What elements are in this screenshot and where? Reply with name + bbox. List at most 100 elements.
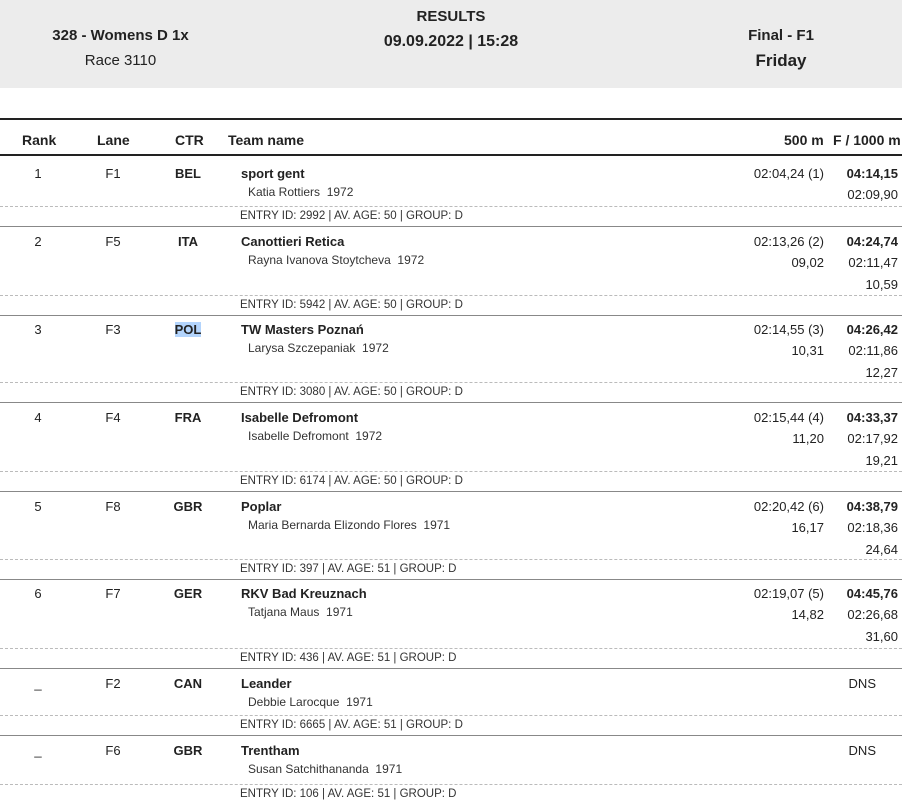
country-code: ITA <box>178 234 198 249</box>
row-divider-dashed <box>0 715 902 716</box>
final-diff: 10,59 <box>865 277 898 292</box>
row-divider <box>0 579 902 580</box>
split-500m: 02:19,07 (5) <box>753 586 824 601</box>
col-rank: Rank <box>22 132 57 148</box>
status-value: DNS <box>848 676 876 691</box>
row-divider-dashed <box>0 295 902 296</box>
split-500m-diff: 14,82 <box>791 607 824 622</box>
crew-member: Debbie Larocque 1971 <box>248 695 373 709</box>
row-divider-dashed <box>0 784 902 785</box>
entry-info: ENTRY ID: 106 | AV. AGE: 51 | GROUP: D <box>240 788 457 800</box>
country-code: BEL <box>175 166 201 181</box>
country-code: GBR <box>173 743 203 758</box>
final-time: 04:26,42 <box>846 322 898 337</box>
entry-info: ENTRY ID: 6665 | AV. AGE: 51 | GROUP: D <box>240 719 463 731</box>
rank-value: _ <box>34 676 42 691</box>
split-500m: 02:04,24 (1) <box>753 166 824 181</box>
row-divider <box>0 735 902 736</box>
split-500m-diff: 09,02 <box>791 255 824 270</box>
rank-value: 6 <box>34 586 42 601</box>
row-divider <box>0 315 902 316</box>
race-day: Friday <box>755 51 807 70</box>
country-code: CAN <box>173 676 203 691</box>
team-name: Poplar <box>241 499 282 514</box>
split-500m: 02:20,42 (6) <box>753 499 824 514</box>
lane-value: F2 <box>105 676 121 691</box>
rank-value: 1 <box>34 166 42 181</box>
row-divider-dashed <box>0 559 902 560</box>
lane-value: F4 <box>105 410 121 425</box>
entry-info: ENTRY ID: 6174 | AV. AGE: 50 | GROUP: D <box>240 475 463 487</box>
team-name: RKV Bad Kreuznach <box>241 586 367 601</box>
team-name: Canottieri Retica <box>241 234 345 249</box>
crew-member: Katia Rottiers 1972 <box>248 185 354 199</box>
row-divider <box>0 668 902 669</box>
final-diff: 31,60 <box>865 629 898 644</box>
rank-value: _ <box>34 743 42 758</box>
crew-member: Susan Satchithananda 1971 <box>248 762 403 776</box>
entry-info: ENTRY ID: 3080 | AV. AGE: 50 | GROUP: D <box>240 386 463 398</box>
status-value: DNS <box>848 743 876 758</box>
lane-value: F8 <box>105 499 121 514</box>
final-time: 04:33,37 <box>846 410 898 425</box>
results-header: 328 - Womens D 1x Race 3110 RESULTS 09.0… <box>0 0 902 88</box>
lane-value: F1 <box>105 166 121 181</box>
rank-value: 3 <box>34 322 42 337</box>
results-table-header: Rank Lane CTR Team name 500 m F / 1000 m <box>0 118 902 156</box>
rank-value: 5 <box>34 499 42 514</box>
final-time: 04:24,74 <box>846 234 898 249</box>
final-split: 02:11,47 <box>848 255 898 270</box>
final-time: 04:45,76 <box>846 586 898 601</box>
crew-member: Rayna Ivanova Stoytcheva 1972 <box>248 253 425 267</box>
entry-info: ENTRY ID: 2992 | AV. AGE: 50 | GROUP: D <box>240 210 463 222</box>
row-divider-dashed <box>0 471 902 472</box>
split-500m-diff: 10,31 <box>791 343 824 358</box>
col-500m: 500 m <box>784 132 824 148</box>
country-code: POL <box>150 322 226 337</box>
row-divider <box>0 402 902 403</box>
row-divider-dashed <box>0 382 902 383</box>
entry-info: ENTRY ID: 397 | AV. AGE: 51 | GROUP: D <box>240 563 457 575</box>
final-time: 04:38,79 <box>846 499 898 514</box>
col-lane: Lane <box>97 132 130 148</box>
race-number: Race 3110 <box>84 52 157 69</box>
race-title: 328 - Womens D 1x <box>52 27 189 44</box>
team-name: sport gent <box>241 166 305 181</box>
final-split: 02:11,86 <box>848 343 898 358</box>
lane-value: F5 <box>105 234 121 249</box>
crew-member: Larysa Szczepaniak 1972 <box>248 341 389 355</box>
final-diff: 24,64 <box>865 542 898 557</box>
lane-value: F6 <box>105 743 121 758</box>
split-500m-diff: 16,17 <box>791 520 824 535</box>
race-phase: Final - F1 <box>748 27 814 44</box>
crew-member: Isabelle Defromont 1972 <box>248 429 383 443</box>
entry-info: ENTRY ID: 436 | AV. AGE: 51 | GROUP: D <box>240 652 457 664</box>
rank-value: 4 <box>34 410 42 425</box>
country-code: FRA <box>174 410 202 425</box>
results-label: RESULTS <box>416 8 486 25</box>
col-final: F / 1000 m <box>833 132 901 148</box>
country-code: GER <box>173 586 203 601</box>
final-diff: 12,27 <box>865 365 898 380</box>
final-time: 04:14,15 <box>846 166 898 181</box>
final-split: 02:09,90 <box>847 187 898 202</box>
row-divider-dashed <box>0 648 902 649</box>
row-divider <box>0 226 902 227</box>
split-500m: 02:15,44 (4) <box>753 410 824 425</box>
team-name: Isabelle Defromont <box>241 410 359 425</box>
rank-value: 2 <box>34 234 42 249</box>
final-split: 02:18,36 <box>847 520 898 535</box>
race-datetime: 09.09.2022 | 15:28 <box>383 33 519 50</box>
col-ctr: CTR <box>175 132 204 148</box>
country-code: GBR <box>173 499 203 514</box>
crew-member: Maria Bernarda Elizondo Flores 1971 <box>248 518 451 532</box>
final-split: 02:17,92 <box>847 431 898 446</box>
row-divider <box>0 491 902 492</box>
split-500m: 02:14,55 (3) <box>753 322 824 337</box>
lane-value: F7 <box>105 586 121 601</box>
split-500m-diff: 11,20 <box>792 431 824 446</box>
final-split: 02:26,68 <box>847 607 898 622</box>
col-team: Team name <box>228 132 304 148</box>
entry-info: ENTRY ID: 5942 | AV. AGE: 50 | GROUP: D <box>240 299 463 311</box>
split-500m: 02:13,26 (2) <box>753 234 824 249</box>
